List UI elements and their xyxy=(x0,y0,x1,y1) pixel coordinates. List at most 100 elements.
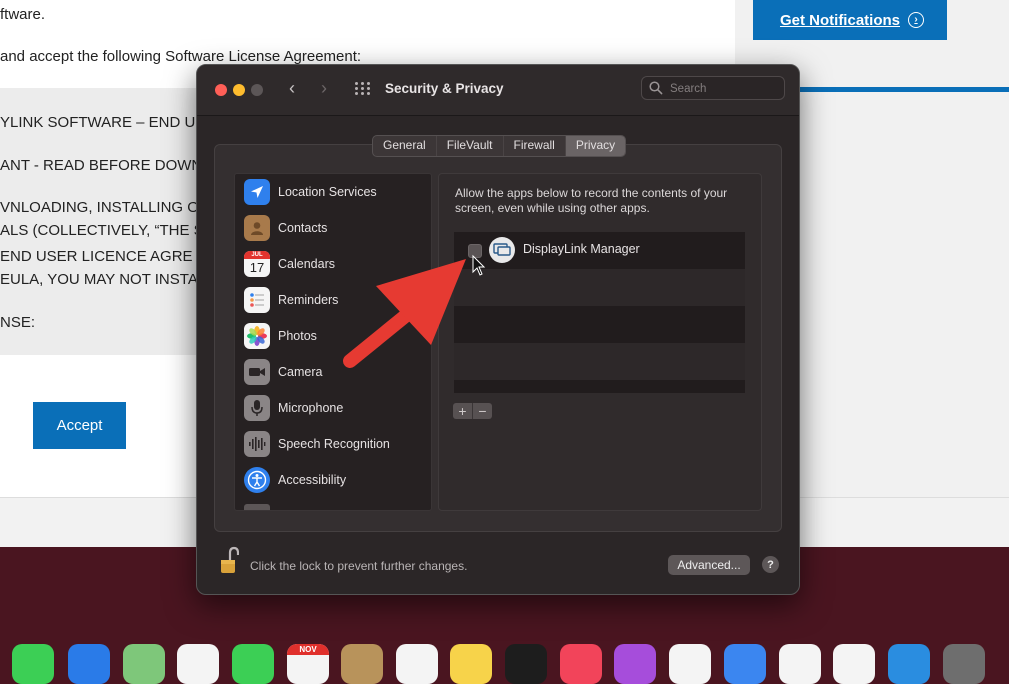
tab-general[interactable]: General xyxy=(373,136,437,156)
sidebar-item-photos[interactable]: Photos xyxy=(235,318,431,354)
show-all-grid-icon[interactable] xyxy=(355,82,372,97)
tv-icon[interactable] xyxy=(505,644,547,684)
sidebar-item-label: Camera xyxy=(278,365,323,379)
sidebar-item-microphone[interactable]: Microphone xyxy=(235,390,431,426)
accept-button[interactable]: Accept xyxy=(33,402,126,449)
minimize-button[interactable] xyxy=(233,84,245,96)
calendar-icon: JUL 17 xyxy=(244,251,270,277)
get-notifications-button[interactable]: Get Notifications › xyxy=(753,0,947,40)
app-store-icon[interactable] xyxy=(724,644,766,684)
sidebar-item-label: Microphone xyxy=(278,401,344,415)
xcode-icon[interactable] xyxy=(888,644,930,684)
webpage-text-line: VNLOADING, INSTALLING OF xyxy=(0,199,209,216)
search-input[interactable] xyxy=(668,80,782,98)
webpage-text-line: END USER LICENCE AGRE xyxy=(0,248,193,265)
app-row-displaylink[interactable]: DisplayLink Manager xyxy=(454,232,745,269)
sidebar-item-speech-recognition[interactable]: Speech Recognition xyxy=(235,426,431,462)
camera-icon xyxy=(244,359,270,385)
messages-icon[interactable] xyxy=(12,644,54,684)
accept-label: Accept xyxy=(56,417,103,434)
photos-icon xyxy=(244,323,270,349)
displaylink-icon xyxy=(489,237,515,263)
tab-bar: General FileVault Firewall Privacy xyxy=(372,135,627,157)
reminders-dock-icon[interactable] xyxy=(396,644,438,684)
lock-hint-text: Click the lock to prevent further change… xyxy=(250,559,468,573)
empty-row xyxy=(454,269,745,306)
numbers-icon[interactable] xyxy=(779,644,821,684)
sidebar-item-camera[interactable]: Camera xyxy=(235,354,431,390)
tab-filevault[interactable]: FileVault xyxy=(437,136,504,156)
window-title: Security & Privacy xyxy=(385,81,504,96)
zoom-button[interactable] xyxy=(251,84,263,96)
sidebar-item-label: Speech Recognition xyxy=(278,437,390,451)
calendar-dock-icon[interactable]: NOV xyxy=(287,644,329,684)
news-icon[interactable] xyxy=(669,644,711,684)
sidebar-item-label: Calendars xyxy=(278,257,335,271)
unlocked-padlock-icon[interactable] xyxy=(219,546,239,576)
microphone-icon xyxy=(244,395,270,421)
search-icon xyxy=(649,81,663,95)
reminders-icon xyxy=(244,287,270,313)
sidebar-item-label: Accessibility xyxy=(278,473,347,487)
arrow-right-circle-icon: › xyxy=(908,12,924,28)
pages-icon[interactable] xyxy=(833,644,875,684)
accent-divider xyxy=(797,87,1009,92)
webpage-text-line: ANT - READ BEFORE DOWN xyxy=(0,157,203,174)
speech-recognition-icon xyxy=(244,431,270,457)
add-app-button[interactable]: + xyxy=(453,403,473,419)
sidebar-item-label: Reminders xyxy=(278,293,339,307)
sidebar-item-contacts[interactable]: Contacts xyxy=(235,210,431,246)
search-field[interactable] xyxy=(641,76,785,100)
webpage-text-line: and accept the following Software Licens… xyxy=(0,48,362,65)
facetime-icon[interactable] xyxy=(232,644,274,684)
webpage-text-line: ALS (COLLECTIVELY, “THE S xyxy=(0,222,204,239)
empty-row xyxy=(454,380,745,393)
window-titlebar: ‹ › Security & Privacy xyxy=(197,65,799,116)
calendar-month: JUL xyxy=(244,251,270,259)
music-icon[interactable] xyxy=(560,644,602,684)
empty-row xyxy=(454,343,745,380)
pane-description: Allow the apps below to record the conte… xyxy=(455,186,728,215)
app-list: DisplayLink Manager xyxy=(454,232,745,393)
forward-arrow-icon[interactable]: › xyxy=(321,78,327,99)
sidebar-item-accessibility[interactable]: Accessibility xyxy=(235,462,431,498)
webpage-text-line: NSE: xyxy=(0,314,36,331)
sidebar-item-reminders[interactable]: Reminders xyxy=(235,282,431,318)
empty-row xyxy=(454,306,745,343)
sidebar-item-label: Photos xyxy=(278,329,317,343)
location-icon xyxy=(244,179,270,205)
screen-recording-pane: Allow the apps below to record the conte… xyxy=(438,173,762,511)
help-button[interactable]: ? xyxy=(762,556,779,573)
podcasts-icon[interactable] xyxy=(614,644,656,684)
displaylink-checkbox[interactable] xyxy=(468,244,482,258)
close-button[interactable] xyxy=(215,84,227,96)
calendar-dock-month: NOV xyxy=(287,644,329,655)
notes-icon[interactable] xyxy=(450,644,492,684)
tab-privacy[interactable]: Privacy xyxy=(565,136,626,156)
mail-icon[interactable] xyxy=(68,644,110,684)
contacts-dock-icon[interactable] xyxy=(341,644,383,684)
add-remove-controls: + − xyxy=(453,403,492,419)
accessibility-icon xyxy=(244,467,270,493)
advanced-button[interactable]: Advanced... xyxy=(668,555,750,575)
sidebar-item-label: Contacts xyxy=(278,221,328,235)
app-name: DisplayLink Manager xyxy=(523,242,640,256)
next-item-peek xyxy=(244,504,270,510)
system-preferences-dock-icon[interactable] xyxy=(943,644,985,684)
tab-firewall[interactable]: Firewall xyxy=(504,136,566,156)
webpage-text-line: EULA, YOU MAY NOT INSTA xyxy=(0,271,198,288)
get-notifications-label: Get Notifications xyxy=(779,11,900,29)
contacts-icon xyxy=(244,215,270,241)
webpage-text-line: YLINK SOFTWARE – END US xyxy=(0,114,206,131)
sidebar-item-location-services[interactable]: Location Services xyxy=(235,174,431,210)
privacy-category-list: Location Services Contacts JUL 17 Calend… xyxy=(234,173,432,511)
dock: NOV xyxy=(0,641,1009,684)
calendar-day: 17 xyxy=(249,260,265,275)
back-arrow-icon[interactable]: ‹ xyxy=(289,78,295,99)
webpage-text-line: ftware. xyxy=(0,6,46,23)
sidebar-item-label: Location Services xyxy=(278,185,377,199)
sidebar-item-calendars[interactable]: JUL 17 Calendars xyxy=(235,246,431,282)
maps-icon[interactable] xyxy=(123,644,165,684)
remove-app-button[interactable]: − xyxy=(473,403,492,419)
photos-dock-icon[interactable] xyxy=(177,644,219,684)
